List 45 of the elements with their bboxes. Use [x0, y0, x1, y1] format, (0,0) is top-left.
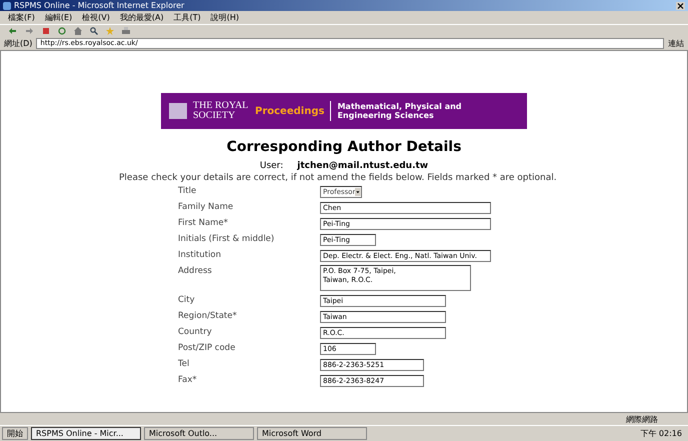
user-email: jtchen@mail.ntust.edu.tw [297, 161, 428, 171]
taskbar-button[interactable]: Microsoft Outlo... [144, 427, 254, 440]
taskbar-button[interactable]: Microsoft Word [257, 427, 367, 440]
menu-item[interactable]: 我的最愛(A) [120, 12, 164, 23]
back-icon[interactable] [8, 26, 17, 34]
field-label: Post/ZIP code [178, 342, 236, 355]
star-icon[interactable] [106, 26, 114, 34]
society-name: THE ROYAL SOCIETY [193, 101, 249, 121]
menu-item[interactable]: 檔案(F) [8, 12, 35, 23]
page-heading: Corresponding Author Details [226, 139, 462, 155]
start-button[interactable]: 開始 [2, 427, 28, 440]
field-label: Country [178, 326, 213, 339]
field-label: First Name* [178, 217, 229, 230]
journal-subtitle: Mathematical, Physical and Engineering Sciences [337, 102, 463, 120]
field-label: Initials (First & middle) [178, 233, 276, 246]
taskbar-button[interactable]: RSPMS Online - Micr... [31, 427, 141, 440]
field-label: Title [178, 185, 198, 198]
field-label: Fax* [178, 374, 198, 387]
field-label: Address [178, 265, 213, 278]
field-label: Institution [178, 249, 222, 262]
menu-item[interactable]: 檢視(V) [82, 12, 110, 23]
society-logo-icon [169, 103, 187, 119]
clock: 下午 02:16 [639, 428, 683, 439]
menu-item[interactable]: 說明(H) [210, 12, 239, 23]
instructions-text: Please check your details are correct, if not amend the fields below. Fields marked * are optional. [119, 173, 558, 183]
field-label: Region/State* [178, 310, 238, 323]
forward-icon[interactable] [25, 26, 34, 34]
user-label: User: [260, 161, 284, 171]
address-label: 網址(D) [4, 38, 32, 48]
field-label: City [178, 294, 196, 307]
window-title: RSPMS Online - Microsoft Internet Explorer [14, 1, 186, 10]
search-icon[interactable] [90, 26, 98, 34]
menu-item[interactable]: 編輯(E) [44, 12, 72, 23]
home-icon[interactable] [74, 26, 82, 34]
stop-icon[interactable] [42, 26, 50, 34]
links-label[interactable]: 連結 [668, 38, 684, 48]
journal-name: Proceedings [255, 106, 324, 116]
field-label: Family Name [178, 201, 234, 214]
refresh-icon[interactable] [58, 26, 66, 34]
close-button[interactable] [676, 2, 685, 10]
menu-item[interactable]: 工具(T) [174, 12, 201, 23]
field-label: Tel [178, 358, 190, 371]
printer-icon[interactable] [122, 26, 130, 34]
browser-icon [3, 2, 11, 10]
zone-indicator: 網際網路 [626, 414, 658, 424]
